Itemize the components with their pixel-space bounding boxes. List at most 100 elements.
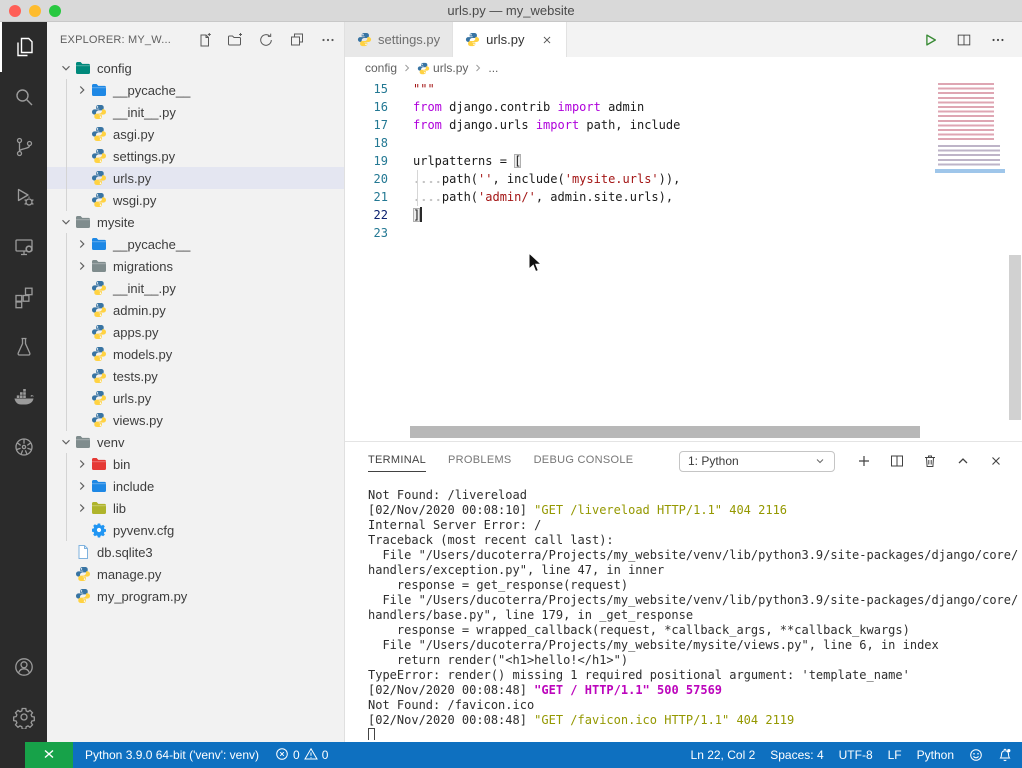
notifications-bell-icon[interactable] <box>998 748 1012 762</box>
tree-item-pycache[interactable]: __pycache__ <box>47 79 344 101</box>
refresh-icon[interactable] <box>258 32 274 48</box>
activity-docker-icon[interactable] <box>0 372 47 422</box>
code-line-19[interactable]: urlpatterns = [ <box>413 152 932 170</box>
activity-testing-icon[interactable] <box>0 322 47 372</box>
code-line-23[interactable] <box>413 224 932 242</box>
code-line-18[interactable] <box>413 134 932 152</box>
activity-account-icon[interactable] <box>0 642 47 692</box>
minimap-current-line <box>935 169 1005 173</box>
tree-item-pycache[interactable]: __pycache__ <box>47 233 344 255</box>
tree-item-init-py[interactable]: __init__.py <box>47 277 344 299</box>
python-icon <box>91 390 107 406</box>
code-line-17[interactable]: from django.urls import path, include <box>413 116 932 134</box>
tree-item-urls-py[interactable]: urls.py <box>47 167 344 189</box>
problems-indicator[interactable]: 0 0 <box>275 747 328 764</box>
minimap[interactable] <box>935 81 1005 201</box>
maximize-panel-button[interactable] <box>955 453 971 469</box>
tree-item-admin-py[interactable]: admin.py <box>47 299 344 321</box>
python-interpreter-indicator[interactable]: Python 3.9.0 64-bit ('venv': venv) <box>85 748 259 762</box>
code-editor[interactable]: 151617181920212223 """from django.contri… <box>345 79 1022 441</box>
collapse-folders-icon[interactable] <box>289 32 305 48</box>
folder-icon <box>75 60 91 76</box>
folder-icon <box>75 214 91 230</box>
tree-item-db-sqlite3[interactable]: db.sqlite3 <box>47 541 344 563</box>
tree-item-wsgi-py[interactable]: wsgi.py <box>47 189 344 211</box>
breadcrumb: config urls.py... <box>345 57 1022 79</box>
new-terminal-button[interactable] <box>856 453 872 469</box>
tree-item-lib[interactable]: lib <box>47 497 344 519</box>
panel-tab-terminal[interactable]: TERMINAL <box>368 450 426 472</box>
python-icon <box>91 346 107 362</box>
terminal-output[interactable]: Not Found: /livereload[02/Nov/2020 00:08… <box>368 488 1018 740</box>
terminal-instance-select[interactable]: 1: Python <box>679 451 835 472</box>
activity-search-icon[interactable] <box>0 72 47 122</box>
code-line-15[interactable]: """ <box>413 80 932 98</box>
kill-terminal-button[interactable] <box>922 453 938 469</box>
split-terminal-button[interactable] <box>889 453 905 469</box>
tree-item-manage-py[interactable]: manage.py <box>47 563 344 585</box>
tree-item-asgi-py[interactable]: asgi.py <box>47 123 344 145</box>
tree-item-pyvenv-cfg[interactable]: pyvenv.cfg <box>47 519 344 541</box>
more-actions-button[interactable] <box>990 32 1006 48</box>
vertical-scrollbar[interactable] <box>1009 255 1021 420</box>
tab-settings-py[interactable]: settings.py <box>345 22 453 57</box>
close-panel-button[interactable] <box>988 453 1004 469</box>
tree-item-views-py[interactable]: views.py <box>47 409 344 431</box>
terminal-instance-label: 1: Python <box>688 454 739 468</box>
tree-item-label: migrations <box>113 259 173 274</box>
remote-indicator[interactable] <box>25 742 73 768</box>
folder-icon <box>91 82 107 98</box>
cursor-position-indicator[interactable]: Ln 22, Col 2 <box>691 748 756 762</box>
language-mode-indicator[interactable]: Python <box>917 748 954 762</box>
tree-item-models-py[interactable]: models.py <box>47 343 344 365</box>
panel-tab-debug-console[interactable]: DEBUG CONSOLE <box>534 450 634 472</box>
activity-source-control-icon[interactable] <box>0 122 47 172</box>
new-file-icon[interactable] <box>196 32 212 48</box>
terminal-line: File "/Users/ducoterra/Projects/my_websi… <box>368 638 1018 653</box>
tree-item-venv[interactable]: venv <box>47 431 344 453</box>
tree-item-apps-py[interactable]: apps.py <box>47 321 344 343</box>
tab-urls-py[interactable]: urls.py <box>453 22 567 57</box>
activity-remote-explorer-icon[interactable] <box>0 222 47 272</box>
activity-run-debug-icon[interactable] <box>0 172 47 222</box>
more-icon[interactable] <box>320 32 336 48</box>
tree-item-include[interactable]: include <box>47 475 344 497</box>
close-icon[interactable] <box>540 33 554 47</box>
tree-item-bin[interactable]: bin <box>47 453 344 475</box>
activity-settings-icon[interactable] <box>0 692 47 742</box>
encoding-indicator[interactable]: UTF-8 <box>839 748 873 762</box>
terminal-line: Not Found: /favicon.ico <box>368 698 1018 713</box>
split-editor-button[interactable] <box>956 32 972 48</box>
python-icon <box>75 588 91 604</box>
panel-tab-problems[interactable]: PROBLEMS <box>448 450 512 472</box>
chevron-down-icon <box>59 214 75 230</box>
feedback-icon[interactable] <box>969 748 983 762</box>
tree-item-init-py[interactable]: __init__.py <box>47 101 344 123</box>
code-line-16[interactable]: from django.contrib import admin <box>413 98 932 116</box>
horizontal-scrollbar[interactable] <box>410 426 920 438</box>
run-python-file-button[interactable] <box>922 32 938 48</box>
tree-item-settings-py[interactable]: settings.py <box>47 145 344 167</box>
indentation-indicator[interactable]: Spaces: 4 <box>770 748 823 762</box>
code-line-20[interactable]: path('', include('mysite.urls')), <box>413 170 932 188</box>
breadcrumb-item-config[interactable]: config <box>365 61 397 75</box>
activity-extensions-icon[interactable] <box>0 272 47 322</box>
code-content[interactable]: """from django.contrib import adminfrom … <box>413 80 932 242</box>
activity-kubernetes-icon[interactable] <box>0 422 47 472</box>
eol-indicator[interactable]: LF <box>888 748 902 762</box>
breadcrumb-item--[interactable]: ... <box>488 61 498 75</box>
tree-item-mysite[interactable]: mysite <box>47 211 344 233</box>
python-icon <box>91 412 107 428</box>
line-number: 21 <box>345 188 388 206</box>
new-folder-icon[interactable] <box>227 32 243 48</box>
code-line-21[interactable]: path('admin/', admin.site.urls), <box>413 188 932 206</box>
tree-item-config[interactable]: config <box>47 57 344 79</box>
titlebar[interactable]: urls.py — my_website <box>0 0 1022 22</box>
breadcrumb-item-urls-py[interactable]: urls.py <box>417 61 468 75</box>
tree-item-migrations[interactable]: migrations <box>47 255 344 277</box>
activity-explorer-icon[interactable] <box>0 22 47 72</box>
tree-item-urls-py[interactable]: urls.py <box>47 387 344 409</box>
code-line-22[interactable]: ] <box>413 206 932 224</box>
tree-item-tests-py[interactable]: tests.py <box>47 365 344 387</box>
tree-item-my-program-py[interactable]: my_program.py <box>47 585 344 607</box>
